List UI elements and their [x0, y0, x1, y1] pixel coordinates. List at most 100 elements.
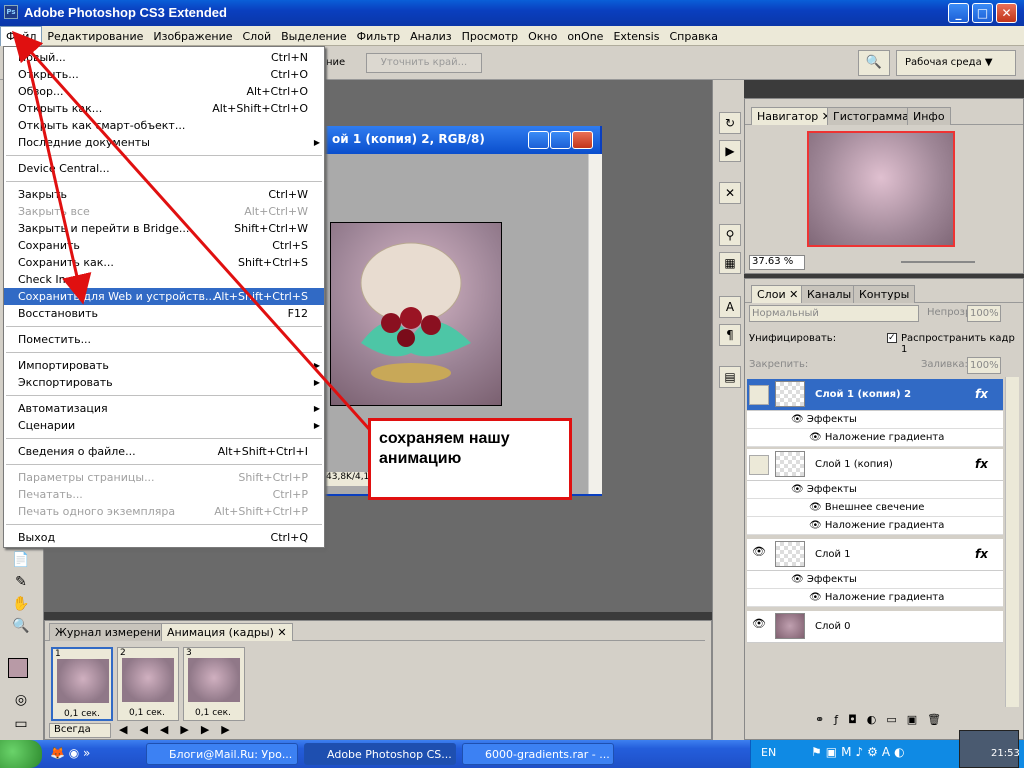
- document-scrollbar[interactable]: [588, 154, 602, 494]
- file-menu-item[interactable]: Закрыть и перейти в Bridge... Shift+Ctrl+…: [4, 220, 324, 237]
- layer-row[interactable]: 👁 Слой 1 fx: [747, 539, 1003, 571]
- tool-presets-icon[interactable]: ✕: [719, 182, 741, 204]
- file-menu-item[interactable]: Сохранить Ctrl+S: [4, 237, 324, 254]
- screen-mode-icon[interactable]: ▭: [10, 714, 32, 734]
- eye-icon[interactable]: 👁: [809, 520, 822, 531]
- doc-close-button[interactable]: [572, 131, 593, 149]
- file-menu-item[interactable]: Параметры страницы... Shift+Ctrl+P: [4, 469, 324, 486]
- file-menu-item[interactable]: Новый... Ctrl+N: [4, 49, 324, 66]
- start-button[interactable]: [0, 740, 42, 768]
- close-button[interactable]: ✕: [996, 3, 1017, 23]
- animation-frame[interactable]: 3 0,1 сек.: [183, 647, 245, 721]
- history-icon[interactable]: ↻: [719, 112, 741, 134]
- frame-delay[interactable]: 0,1 сек.: [118, 708, 176, 718]
- eye-icon[interactable]: 👁: [809, 592, 822, 603]
- tray-icons[interactable]: ⚑▣M♪⚙A◐: [811, 745, 909, 759]
- file-menu-item[interactable]: Экспортировать ▶: [4, 374, 324, 391]
- frame-delay[interactable]: 0,1 сек.: [53, 709, 111, 719]
- fill-field[interactable]: 100%: [967, 357, 1001, 374]
- layer-comps-icon[interactable]: ▤: [719, 366, 741, 388]
- tab-layers[interactable]: Слои ✕: [751, 285, 805, 303]
- eyedropper-tool-icon[interactable]: ✎: [10, 572, 32, 592]
- file-menu-item[interactable]: Открыть как смарт-объект...: [4, 117, 324, 134]
- file-menu-item[interactable]: Поместить...: [4, 331, 324, 348]
- notes-tool-icon[interactable]: 📄: [10, 550, 32, 570]
- file-menu-item[interactable]: Печатать... Ctrl+P: [4, 486, 324, 503]
- file-menu-item[interactable]: Печать одного экземпляра Alt+Shift+Ctrl+P: [4, 503, 324, 520]
- blend-mode-select[interactable]: Нормальный: [749, 305, 919, 322]
- tab-animation-frames[interactable]: Анимация (кадры) ✕: [161, 623, 293, 641]
- file-menu-item[interactable]: Закрыть все Alt+Ctrl+W: [4, 203, 324, 220]
- file-browser-icon[interactable]: 🔍: [858, 50, 890, 76]
- file-menu-item[interactable]: Автоматизация ▶: [4, 400, 324, 417]
- doc-maximize-button[interactable]: [550, 131, 571, 149]
- menu-extensis[interactable]: Extensis: [608, 27, 664, 43]
- language-indicator[interactable]: EN: [761, 746, 776, 759]
- quick-mask-icon[interactable]: ◎: [10, 690, 32, 710]
- menu-filter[interactable]: Фильтр: [352, 27, 406, 43]
- brushes-icon[interactable]: ⚲: [719, 224, 741, 246]
- maximize-button[interactable]: □: [972, 3, 993, 23]
- effects-fx-icon[interactable]: fx: [975, 457, 988, 471]
- eye-icon[interactable]: 👁: [749, 545, 769, 565]
- frame-delay[interactable]: 0,1 сек.: [184, 708, 242, 718]
- layer-row[interactable]: Слой 1 (копия) fx: [747, 449, 1003, 481]
- menu-edit[interactable]: Редактирование: [42, 27, 148, 43]
- effects-fx-icon[interactable]: fx: [975, 547, 988, 561]
- eye-icon[interactable]: 👁: [809, 432, 822, 443]
- clone-source-icon[interactable]: ▦: [719, 252, 741, 274]
- taskbar-item[interactable]: Блоги@Mail.Ru: Уро...: [146, 743, 298, 765]
- zoom-tool-icon[interactable]: 🔍: [10, 616, 32, 636]
- menu-layer[interactable]: Слой: [238, 27, 277, 43]
- menu-help[interactable]: Справка: [664, 27, 722, 43]
- workspace-menu[interactable]: Рабочая среда ▼: [896, 50, 1016, 76]
- layers-scrollbar[interactable]: [1005, 377, 1019, 707]
- file-menu-item[interactable]: Сохранить для Web и устройств... Alt+Shif…: [4, 288, 324, 305]
- file-menu-item[interactable]: Сценарии ▶: [4, 417, 324, 434]
- menu-window[interactable]: Окно: [523, 27, 562, 43]
- file-menu-item[interactable]: Обзор... Alt+Ctrl+O: [4, 83, 324, 100]
- visibility-toggle[interactable]: [749, 385, 769, 405]
- file-menu-item[interactable]: Сведения о файле... Alt+Shift+Ctrl+I: [4, 443, 324, 460]
- tab-navigator[interactable]: Навигатор ✕: [751, 107, 838, 125]
- eye-icon[interactable]: 👁: [749, 617, 769, 637]
- navigator-thumbnail[interactable]: [807, 131, 955, 247]
- file-menu-item[interactable]: Восстановить F12: [4, 305, 324, 322]
- tab-paths[interactable]: Контуры: [853, 285, 916, 303]
- menu-analysis[interactable]: Анализ: [405, 27, 457, 43]
- menu-file[interactable]: Файл: [0, 26, 43, 46]
- actions-icon[interactable]: ▶: [719, 140, 741, 162]
- playback-controls[interactable]: ◀◀◀▶▶▶: [119, 723, 242, 736]
- file-menu-item[interactable]: Check In...: [4, 271, 324, 288]
- animation-frame[interactable]: 2 0,1 сек.: [117, 647, 179, 721]
- loop-select[interactable]: Всегда: [49, 723, 111, 738]
- menu-image[interactable]: Изображение: [148, 27, 237, 43]
- menu-select[interactable]: Выделение: [276, 27, 352, 43]
- file-menu-item[interactable]: Закрыть Ctrl+W: [4, 186, 324, 203]
- tab-histogram[interactable]: Гистограмма: [827, 107, 915, 125]
- effects-fx-icon[interactable]: fx: [975, 387, 988, 401]
- tab-measurement-log[interactable]: Журнал измерений: [49, 623, 175, 641]
- paragraph-icon[interactable]: ¶: [719, 324, 741, 346]
- file-menu-item[interactable]: Импортировать ▶: [4, 357, 324, 374]
- eye-icon[interactable]: 👁: [791, 414, 804, 425]
- taskbar-item[interactable]: 6000-gradients.rar - ...: [462, 743, 614, 765]
- layers-bottom-toolbar[interactable]: ⚭ƒ◘◐▭▣🗑: [815, 713, 1005, 731]
- doc-minimize-button[interactable]: [528, 131, 549, 149]
- propagate-checkbox[interactable]: ✓: [887, 333, 897, 343]
- file-menu-item[interactable]: Открыть как... Alt+Shift+Ctrl+O: [4, 100, 324, 117]
- menu-onone[interactable]: onOne: [562, 27, 608, 43]
- eye-icon[interactable]: 👁: [809, 502, 822, 513]
- refine-edge-button[interactable]: Уточнить край...: [366, 53, 482, 73]
- eye-icon[interactable]: 👁: [791, 574, 804, 585]
- tab-channels[interactable]: Каналы: [801, 285, 858, 303]
- foreground-color-swatch[interactable]: [8, 658, 28, 678]
- quick-launch[interactable]: 🦊 ◉ »: [50, 746, 90, 760]
- opacity-field[interactable]: 100%: [967, 305, 1001, 322]
- visibility-toggle[interactable]: [749, 455, 769, 475]
- file-menu-item[interactable]: Открыть... Ctrl+O: [4, 66, 324, 83]
- layer-row[interactable]: Слой 1 (копия) 2 fx: [747, 379, 1003, 411]
- tab-info[interactable]: Инфо: [907, 107, 951, 125]
- zoom-slider[interactable]: [901, 261, 975, 263]
- eye-icon[interactable]: 👁: [791, 484, 804, 495]
